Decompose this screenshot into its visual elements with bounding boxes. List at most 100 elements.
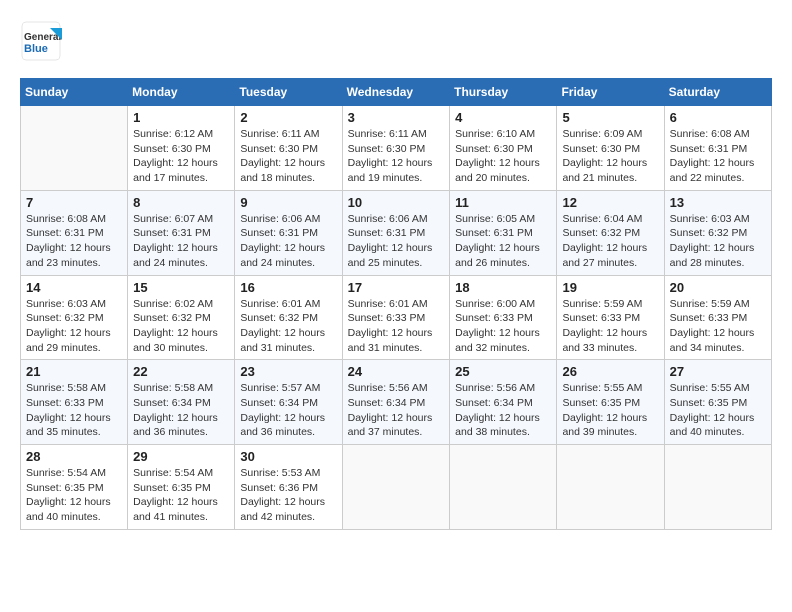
day-info: Sunrise: 6:00 AM Sunset: 6:33 PM Dayligh… <box>455 297 551 356</box>
calendar-cell: 3 Sunrise: 6:11 AM Sunset: 6:30 PM Daylig… <box>342 106 450 191</box>
calendar-header-row: SundayMondayTuesdayWednesdayThursdayFrid… <box>21 79 772 106</box>
calendar-cell: 1 Sunrise: 6:12 AM Sunset: 6:30 PM Daylig… <box>128 106 235 191</box>
day-number: 29 <box>133 449 229 464</box>
day-header-thursday: Thursday <box>450 79 557 106</box>
calendar-cell <box>664 445 771 530</box>
calendar-cell: 13 Sunrise: 6:03 AM Sunset: 6:32 PM Dayli… <box>664 190 771 275</box>
day-number: 14 <box>26 280 122 295</box>
svg-text:Blue: Blue <box>24 43 48 55</box>
calendar-cell: 22 Sunrise: 5:58 AM Sunset: 6:34 PM Dayli… <box>128 360 235 445</box>
day-info: Sunrise: 5:56 AM Sunset: 6:34 PM Dayligh… <box>348 381 445 440</box>
calendar-cell: 27 Sunrise: 5:55 AM Sunset: 6:35 PM Dayli… <box>664 360 771 445</box>
day-number: 24 <box>348 364 445 379</box>
calendar-week-2: 7 Sunrise: 6:08 AM Sunset: 6:31 PM Daylig… <box>21 190 772 275</box>
calendar-cell: 9 Sunrise: 6:06 AM Sunset: 6:31 PM Daylig… <box>235 190 342 275</box>
day-number: 2 <box>240 110 336 125</box>
calendar-cell: 25 Sunrise: 5:56 AM Sunset: 6:34 PM Dayli… <box>450 360 557 445</box>
day-info: Sunrise: 6:04 AM Sunset: 6:32 PM Dayligh… <box>562 212 658 271</box>
day-number: 17 <box>348 280 445 295</box>
day-info: Sunrise: 5:58 AM Sunset: 6:33 PM Dayligh… <box>26 381 122 440</box>
day-info: Sunrise: 5:58 AM Sunset: 6:34 PM Dayligh… <box>133 381 229 440</box>
day-info: Sunrise: 5:55 AM Sunset: 6:35 PM Dayligh… <box>670 381 766 440</box>
calendar-table: SundayMondayTuesdayWednesdayThursdayFrid… <box>20 78 772 530</box>
day-number: 7 <box>26 195 122 210</box>
calendar-cell: 2 Sunrise: 6:11 AM Sunset: 6:30 PM Daylig… <box>235 106 342 191</box>
day-number: 8 <box>133 195 229 210</box>
calendar-cell: 29 Sunrise: 5:54 AM Sunset: 6:35 PM Dayli… <box>128 445 235 530</box>
day-number: 21 <box>26 364 122 379</box>
day-info: Sunrise: 5:56 AM Sunset: 6:34 PM Dayligh… <box>455 381 551 440</box>
calendar-cell: 10 Sunrise: 6:06 AM Sunset: 6:31 PM Dayli… <box>342 190 450 275</box>
day-header-wednesday: Wednesday <box>342 79 450 106</box>
day-number: 3 <box>348 110 445 125</box>
calendar-cell: 7 Sunrise: 6:08 AM Sunset: 6:31 PM Daylig… <box>21 190 128 275</box>
day-number: 25 <box>455 364 551 379</box>
calendar-cell: 14Sunrise: 6:03 AM Sunset: 6:32 PM Dayli… <box>21 275 128 360</box>
day-info: Sunrise: 6:09 AM Sunset: 6:30 PM Dayligh… <box>562 127 658 186</box>
day-header-monday: Monday <box>128 79 235 106</box>
calendar-cell: 8 Sunrise: 6:07 AM Sunset: 6:31 PM Daylig… <box>128 190 235 275</box>
logo-icon: General Blue <box>20 20 62 62</box>
calendar-week-5: 28 Sunrise: 5:54 AM Sunset: 6:35 PM Dayli… <box>21 445 772 530</box>
day-number: 10 <box>348 195 445 210</box>
day-info: Sunrise: 6:12 AM Sunset: 6:30 PM Dayligh… <box>133 127 229 186</box>
calendar-cell: 18 Sunrise: 6:00 AM Sunset: 6:33 PM Dayli… <box>450 275 557 360</box>
day-number: 23 <box>240 364 336 379</box>
day-number: 6 <box>670 110 766 125</box>
calendar-cell <box>342 445 450 530</box>
day-header-friday: Friday <box>557 79 664 106</box>
day-number: 20 <box>670 280 766 295</box>
calendar-cell: 26Sunrise: 5:55 AM Sunset: 6:35 PM Dayli… <box>557 360 664 445</box>
day-number: 5 <box>562 110 658 125</box>
day-number: 16 <box>240 280 336 295</box>
day-number: 11 <box>455 195 551 210</box>
day-header-saturday: Saturday <box>664 79 771 106</box>
day-info: Sunrise: 6:08 AM Sunset: 6:31 PM Dayligh… <box>26 212 122 271</box>
calendar-cell: 4Sunrise: 6:10 AM Sunset: 6:30 PM Daylig… <box>450 106 557 191</box>
day-info: Sunrise: 5:59 AM Sunset: 6:33 PM Dayligh… <box>670 297 766 356</box>
calendar-cell <box>21 106 128 191</box>
day-info: Sunrise: 5:54 AM Sunset: 6:35 PM Dayligh… <box>26 466 122 525</box>
day-info: Sunrise: 6:05 AM Sunset: 6:31 PM Dayligh… <box>455 212 551 271</box>
day-info: Sunrise: 6:11 AM Sunset: 6:30 PM Dayligh… <box>348 127 445 186</box>
calendar-cell: 23 Sunrise: 5:57 AM Sunset: 6:34 PM Dayli… <box>235 360 342 445</box>
day-info: Sunrise: 6:07 AM Sunset: 6:31 PM Dayligh… <box>133 212 229 271</box>
day-info: Sunrise: 6:02 AM Sunset: 6:32 PM Dayligh… <box>133 297 229 356</box>
day-number: 18 <box>455 280 551 295</box>
day-info: Sunrise: 6:03 AM Sunset: 6:32 PM Dayligh… <box>670 212 766 271</box>
calendar-cell: 30Sunrise: 5:53 AM Sunset: 6:36 PM Dayli… <box>235 445 342 530</box>
day-number: 27 <box>670 364 766 379</box>
day-info: Sunrise: 6:08 AM Sunset: 6:31 PM Dayligh… <box>670 127 766 186</box>
day-number: 12 <box>562 195 658 210</box>
day-number: 9 <box>240 195 336 210</box>
calendar-cell: 15 Sunrise: 6:02 AM Sunset: 6:32 PM Dayli… <box>128 275 235 360</box>
day-info: Sunrise: 6:06 AM Sunset: 6:31 PM Dayligh… <box>240 212 336 271</box>
day-info: Sunrise: 6:11 AM Sunset: 6:30 PM Dayligh… <box>240 127 336 186</box>
calendar-cell: 5 Sunrise: 6:09 AM Sunset: 6:30 PM Daylig… <box>557 106 664 191</box>
calendar-body: 1 Sunrise: 6:12 AM Sunset: 6:30 PM Daylig… <box>21 106 772 530</box>
day-info: Sunrise: 5:53 AM Sunset: 6:36 PM Dayligh… <box>240 466 336 525</box>
calendar-cell: 11 Sunrise: 6:05 AM Sunset: 6:31 PM Dayli… <box>450 190 557 275</box>
calendar-cell: 12 Sunrise: 6:04 AM Sunset: 6:32 PM Dayli… <box>557 190 664 275</box>
day-number: 28 <box>26 449 122 464</box>
day-number: 15 <box>133 280 229 295</box>
calendar-cell <box>557 445 664 530</box>
day-info: Sunrise: 5:57 AM Sunset: 6:34 PM Dayligh… <box>240 381 336 440</box>
day-header-tuesday: Tuesday <box>235 79 342 106</box>
calendar-week-1: 1 Sunrise: 6:12 AM Sunset: 6:30 PM Daylig… <box>21 106 772 191</box>
day-info: Sunrise: 5:54 AM Sunset: 6:35 PM Dayligh… <box>133 466 229 525</box>
day-info: Sunrise: 5:55 AM Sunset: 6:35 PM Dayligh… <box>562 381 658 440</box>
page-header: General Blue <box>20 20 772 62</box>
day-info: Sunrise: 6:01 AM Sunset: 6:32 PM Dayligh… <box>240 297 336 356</box>
calendar-cell <box>450 445 557 530</box>
day-info: Sunrise: 6:06 AM Sunset: 6:31 PM Dayligh… <box>348 212 445 271</box>
calendar-cell: 24 Sunrise: 5:56 AM Sunset: 6:34 PM Dayli… <box>342 360 450 445</box>
day-number: 1 <box>133 110 229 125</box>
calendar-week-3: 14Sunrise: 6:03 AM Sunset: 6:32 PM Dayli… <box>21 275 772 360</box>
calendar-cell: 17 Sunrise: 6:01 AM Sunset: 6:33 PM Dayli… <box>342 275 450 360</box>
day-number: 19 <box>562 280 658 295</box>
day-info: Sunrise: 6:01 AM Sunset: 6:33 PM Dayligh… <box>348 297 445 356</box>
day-number: 13 <box>670 195 766 210</box>
day-number: 22 <box>133 364 229 379</box>
day-number: 4 <box>455 110 551 125</box>
